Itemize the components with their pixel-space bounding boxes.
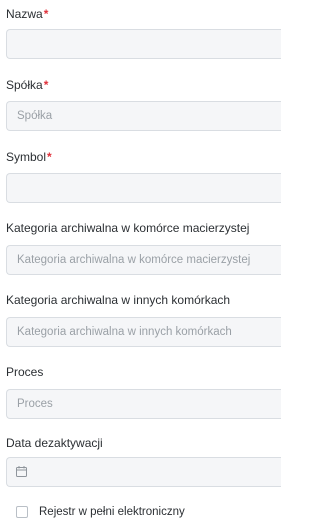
nazwa-input[interactable]: [6, 29, 281, 59]
proces-label: Proces: [6, 365, 44, 379]
spolka-input[interactable]: [6, 101, 281, 131]
kategoria-inne-label: Kategoria archiwalna w innych komórkach: [6, 293, 231, 307]
data-dezaktywacji-label: Data dezaktywacji: [6, 436, 103, 450]
rejestr-checkbox[interactable]: [16, 506, 28, 518]
required-marker: *: [43, 7, 49, 21]
symbol-label-text: Symbol: [6, 150, 47, 164]
kategoria-macierzysta-label: Kategoria archiwalna w komórce macierzys…: [6, 221, 250, 235]
spolka-label: Spółka*: [6, 78, 48, 92]
rejestr-label[interactable]: Rejestr w pełni elektroniczny: [39, 505, 185, 519]
nazwa-label-text: Nazwa: [6, 7, 43, 21]
required-marker: *: [47, 150, 52, 164]
symbol-label: Symbol*: [6, 150, 52, 164]
kategoria-inne-input[interactable]: [6, 317, 281, 347]
proces-input[interactable]: [6, 389, 281, 419]
symbol-input[interactable]: [6, 173, 281, 203]
kategoria-macierzysta-input[interactable]: [6, 245, 281, 275]
calendar-icon[interactable]: [16, 466, 27, 477]
nazwa-label: Nazwa*: [6, 7, 48, 21]
data-dezaktywacji-input[interactable]: [6, 457, 281, 487]
form: Nazwa* Spółka* Symbol* Kategoria archiwa…: [0, 0, 281, 529]
spolka-label-text: Spółka: [6, 78, 43, 92]
required-marker: *: [43, 78, 49, 92]
